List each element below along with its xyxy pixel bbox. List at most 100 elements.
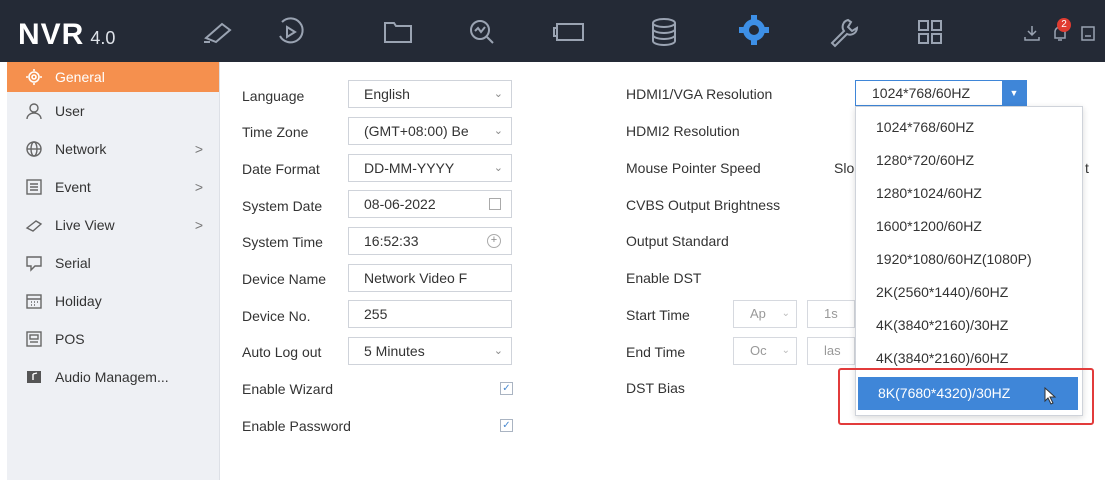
end-week-select[interactable]: las: [807, 337, 855, 365]
device-no-input[interactable]: 255: [348, 300, 512, 328]
resolution-option[interactable]: 1024*768/60HZ: [856, 111, 1082, 144]
top-bar: NVR 4.0 2: [0, 0, 1105, 62]
language-value: English: [364, 86, 410, 102]
start-month-select[interactable]: Ap ⌄: [733, 300, 797, 328]
hdmi1-vga-resolution-label: HDMI1/VGA Resolution: [626, 86, 773, 102]
resolution-option[interactable]: 1600*1200/60HZ: [856, 210, 1082, 243]
clock-icon[interactable]: +: [487, 234, 501, 248]
camera-icon: [25, 216, 43, 234]
time-zone-value: (GMT+08:00) Be: [364, 123, 469, 139]
system-time-label: System Time: [242, 234, 323, 250]
calendar-icon[interactable]: [489, 198, 501, 210]
resolution-option[interactable]: 1280*1024/60HZ: [856, 177, 1082, 210]
system-time-field[interactable]: 16:52:33 +: [348, 227, 512, 255]
logo: NVR 4.0: [18, 18, 115, 52]
mouse-speed-fast-label: t: [1085, 160, 1089, 176]
hdmi1-vga-resolution-value: 1024*768/60HZ: [872, 85, 971, 101]
chevron-right-icon: >: [194, 179, 203, 195]
sidebar-item-general[interactable]: General: [7, 62, 219, 92]
resolution-option[interactable]: 2K(2560*1440)/60HZ: [856, 276, 1082, 309]
hdmi1-vga-resolution-select[interactable]: 1024*768/60HZ ▼: [855, 80, 1027, 106]
chevron-down-icon[interactable]: ▼: [1002, 81, 1026, 105]
logo-text: NVR: [18, 18, 85, 51]
resolution-option[interactable]: 4K(3840*2160)/30HZ: [856, 309, 1082, 342]
user-account-icon[interactable]: [1079, 24, 1097, 42]
resolution-option[interactable]: 1920*1080/60HZ(1080P): [856, 243, 1082, 276]
serial-icon: [25, 254, 43, 272]
enable-password-label: Enable Password: [242, 418, 351, 434]
end-month-select[interactable]: Oc ⌄: [733, 337, 797, 365]
time-zone-select[interactable]: (GMT+08:00) Be ⌄: [348, 117, 512, 145]
auto-logout-value: 5 Minutes: [364, 343, 425, 359]
system-time-value: 16:52:33: [364, 233, 419, 249]
device-name-input[interactable]: Network Video F: [348, 264, 512, 292]
end-month-value: Oc: [750, 343, 767, 358]
start-time-label: Start Time: [626, 307, 690, 323]
system-date-field[interactable]: 08-06-2022: [348, 190, 512, 218]
auto-logout-select[interactable]: 5 Minutes ⌄: [348, 337, 512, 365]
sidebar-item-audio-management[interactable]: Audio Managem...: [7, 358, 219, 396]
start-week-value: 1s: [824, 306, 838, 321]
chevron-down-icon: ⌄: [493, 88, 503, 100]
gear-icon: [25, 68, 43, 86]
language-select[interactable]: English ⌄: [348, 80, 512, 108]
device-name-label: Device Name: [242, 271, 327, 287]
enable-password-checkbox[interactable]: ✓: [500, 419, 513, 432]
language-label: Language: [242, 88, 305, 104]
chevron-down-icon: ⌄: [493, 345, 503, 357]
enable-dst-label: Enable DST: [626, 270, 702, 286]
notification-badge: 2: [1057, 18, 1071, 32]
resolution-option[interactable]: 1280*720/60HZ: [856, 144, 1082, 177]
end-week-value: las: [824, 343, 841, 358]
sidebar-item-user[interactable]: User: [7, 92, 219, 130]
enable-wizard-label: Enable Wizard: [242, 381, 334, 397]
start-month-value: Ap: [750, 306, 766, 321]
maintenance-icon[interactable]: [826, 14, 862, 50]
sidebar-item-network[interactable]: Network >: [7, 130, 219, 168]
dst-bias-label: DST Bias: [626, 380, 685, 396]
sidebar-item-label: General: [55, 69, 105, 85]
sidebar-item-label: Network: [55, 141, 107, 157]
sidebar-item-event[interactable]: Event >: [7, 168, 219, 206]
sidebar-item-pos[interactable]: POS: [7, 320, 219, 358]
chevron-right-icon: >: [194, 217, 203, 233]
device-no-label: Device No.: [242, 308, 311, 324]
file-icon[interactable]: [380, 14, 416, 50]
live-view-icon[interactable]: [200, 14, 236, 50]
date-format-select[interactable]: DD-MM-YYYY ⌄: [348, 154, 512, 182]
sidebar-item-live-view[interactable]: Live View >: [7, 206, 219, 244]
configuration-icon[interactable]: [736, 12, 772, 48]
hdmi2-resolution-label: HDMI2 Resolution: [626, 123, 740, 139]
sidebar-item-label: User: [55, 103, 85, 119]
sidebar-item-holiday[interactable]: Holiday: [7, 282, 219, 320]
event-icon: [25, 178, 43, 196]
selection-highlight-box: [838, 368, 1094, 425]
pos-icon: [25, 330, 43, 348]
enable-wizard-checkbox[interactable]: ✓: [500, 382, 513, 395]
sidebar-item-label: POS: [55, 331, 85, 347]
calendar-icon: [25, 292, 43, 310]
status-icons: 2: [1023, 18, 1097, 42]
time-zone-label: Time Zone: [242, 124, 309, 140]
mouse-pointer-speed-label: Mouse Pointer Speed: [626, 160, 761, 176]
end-time-label: End Time: [626, 344, 686, 360]
auto-logout-label: Auto Log out: [242, 344, 322, 360]
storage-icon[interactable]: [646, 14, 682, 50]
sidebar-item-label: Audio Managem...: [55, 369, 169, 385]
playback-icon[interactable]: [272, 14, 308, 50]
alarm-bell-icon[interactable]: 2: [1051, 18, 1071, 42]
sidebar-item-serial[interactable]: Serial: [7, 244, 219, 282]
date-format-label: Date Format: [242, 161, 320, 177]
sidebar-item-label: Live View: [55, 217, 115, 233]
download-icon[interactable]: [1023, 24, 1041, 42]
sidebar-item-label: Serial: [55, 255, 91, 271]
cvbs-output-brightness-label: CVBS Output Brightness: [626, 197, 781, 213]
sidebar-item-label: Event: [55, 179, 91, 195]
chevron-down-icon: ⌄: [491, 118, 503, 144]
display-icon[interactable]: [552, 14, 588, 50]
date-format-value: DD-MM-YYYY: [364, 160, 455, 176]
smart-analysis-icon[interactable]: [464, 14, 500, 50]
layout-icon[interactable]: [912, 14, 948, 50]
start-week-select[interactable]: 1s: [807, 300, 855, 328]
system-date-value: 08-06-2022: [364, 196, 436, 212]
